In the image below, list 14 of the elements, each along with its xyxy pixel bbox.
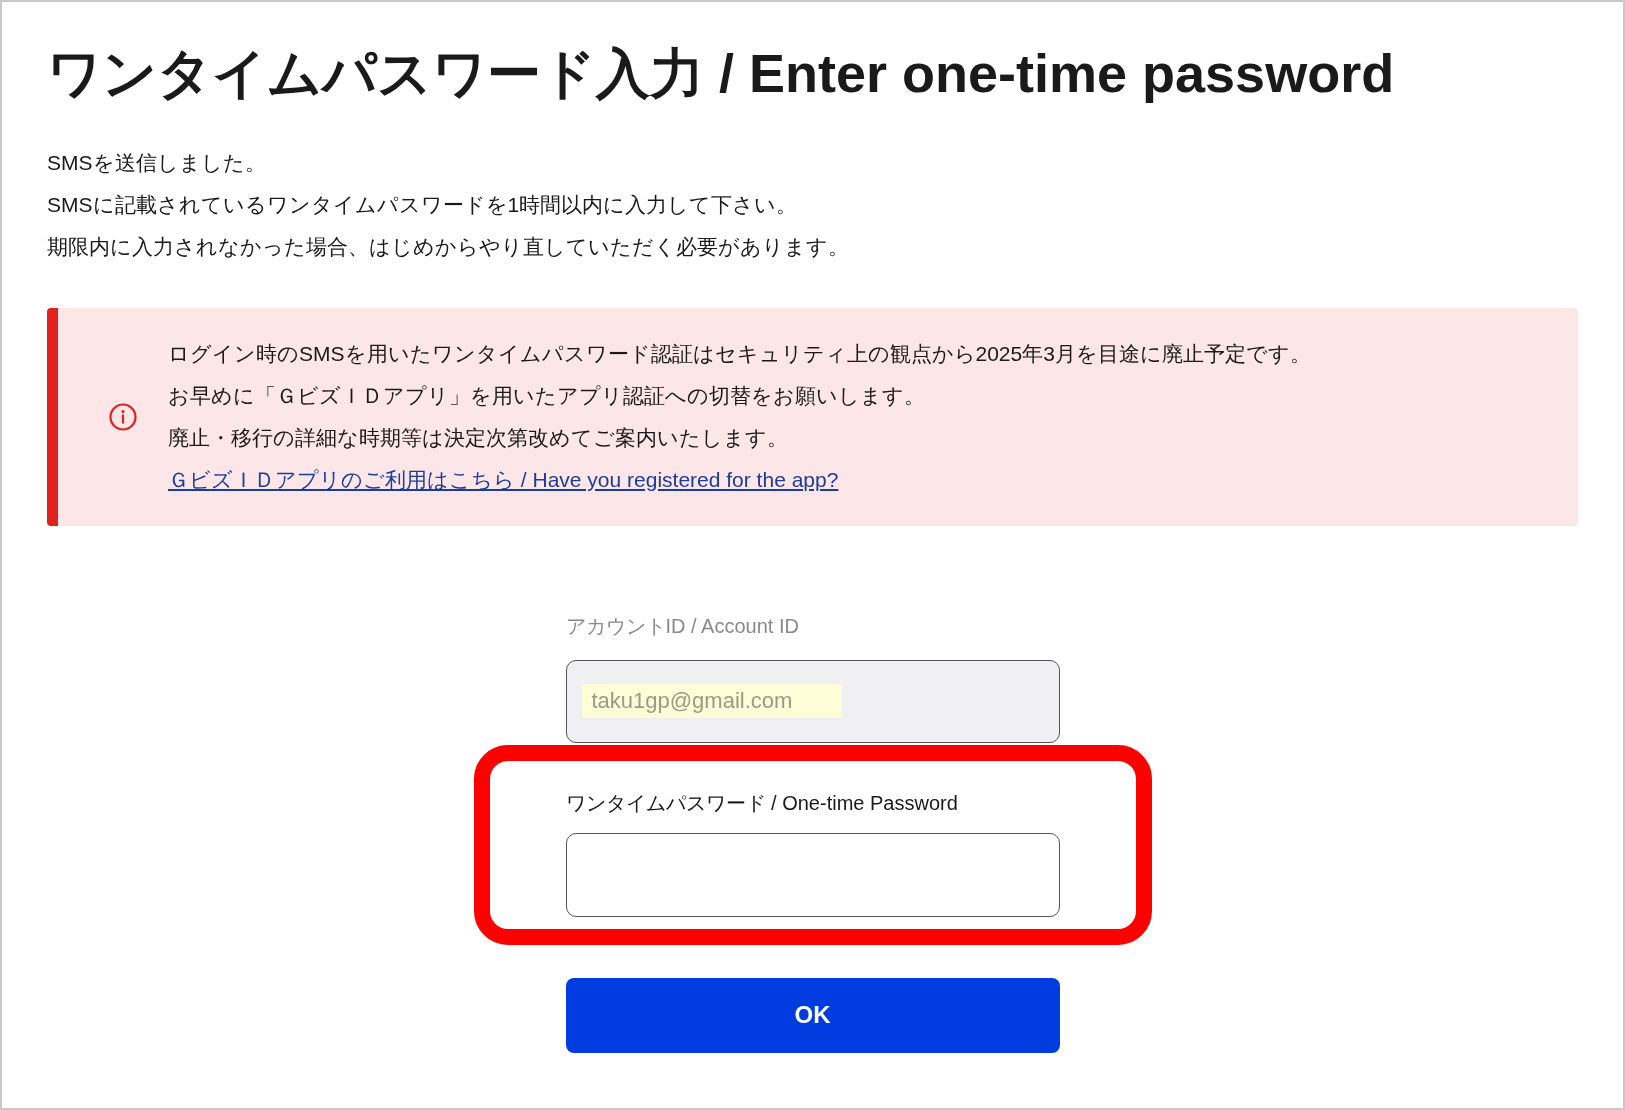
notice-text: お早めに「ＧビズＩＤアプリ」を用いたアプリ認証への切替をお願いします。 xyxy=(168,382,926,409)
page-title: ワンタイムパスワード入力 / Enter one-time password xyxy=(47,42,1396,105)
ok-button[interactable]: OK xyxy=(565,977,1060,1053)
intro-text: 期限内に入力されなかった場合、はじめからやり直していただく必要があります。 xyxy=(47,233,850,260)
info-icon xyxy=(108,401,138,432)
field-label: ワンタイムパスワード / One-time Password xyxy=(565,790,959,816)
notice-text: ログイン時のSMSを用いたワンタイムパスワード認証はセキュリティ上の観点から2025年3月を目途に廃止予定です。 xyxy=(168,340,1311,367)
field-label: アカウントID / Account ID xyxy=(565,613,800,639)
intro-text: SMSに記載されているワンタイムパスワードを1時間以内に入力して下さい。 xyxy=(47,191,799,218)
app-link[interactable]: ＧビズＩＤアプリのご利用はこちら / Have you registered for the app? xyxy=(168,458,839,501)
intro-text: SMSを送信しました。 xyxy=(47,149,267,176)
field-value: taku1gp@gmail.com xyxy=(581,684,842,718)
password-field[interactable] xyxy=(565,832,1060,917)
notice-text: 廃止・移行の詳細な時期等は決定次第改めてご案内いたします。 xyxy=(168,424,789,451)
